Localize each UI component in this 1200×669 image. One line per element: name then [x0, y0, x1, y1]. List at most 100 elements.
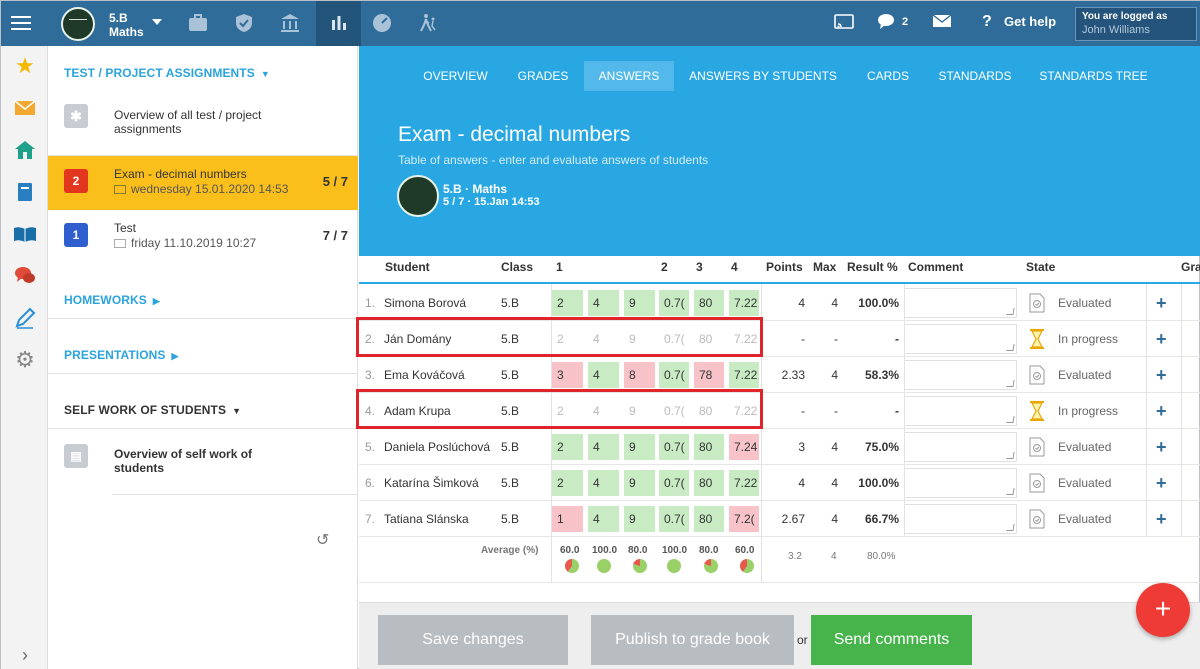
- max-value: 4: [831, 476, 838, 490]
- exam-title: Exam - decimal numbers: [398, 123, 631, 146]
- answer-cell[interactable]: 7.22: [729, 362, 759, 388]
- comment-input[interactable]: [904, 504, 1017, 534]
- comment-input[interactable]: [904, 432, 1017, 462]
- result-value: -: [895, 332, 899, 346]
- publish-button[interactable]: Publish to grade book: [591, 615, 794, 665]
- add-grade-button[interactable]: +: [1156, 357, 1167, 393]
- answer-cell[interactable]: 4: [588, 506, 619, 532]
- tab-grades[interactable]: GRADES: [502, 61, 584, 91]
- answer-cell[interactable]: 2: [552, 434, 583, 460]
- answer-cell[interactable]: 7.22: [729, 290, 759, 316]
- get-help-link[interactable]: Get help: [1004, 14, 1056, 29]
- answer-cell[interactable]: 2: [552, 290, 583, 316]
- answer-cell[interactable]: 4: [588, 362, 619, 388]
- class-avatar[interactable]: [61, 7, 95, 41]
- menu-icon[interactable]: [11, 13, 31, 31]
- tab-standards[interactable]: STANDARDS: [924, 61, 1026, 91]
- header-student: Student: [385, 260, 430, 274]
- answer-cell[interactable]: 3: [552, 362, 583, 388]
- answer-cell[interactable]: 0.7(: [659, 470, 689, 496]
- pen-icon[interactable]: [13, 306, 37, 330]
- presentations-header[interactable]: PRESENTATIONS ▶: [64, 348, 179, 362]
- bar-chart-icon[interactable]: [327, 11, 351, 35]
- answer-cell[interactable]: 9: [624, 290, 655, 316]
- help-icon[interactable]: ?: [982, 13, 992, 31]
- answer-cell[interactable]: 80: [694, 434, 724, 460]
- dashboard-icon[interactable]: [370, 11, 394, 35]
- answer-cell[interactable]: 9: [624, 470, 655, 496]
- answer-cell[interactable]: 7.22: [729, 470, 759, 496]
- add-grade-button[interactable]: +: [1156, 285, 1167, 321]
- assignments-header[interactable]: TEST / PROJECT ASSIGNMENTS ▼: [64, 66, 270, 80]
- comment-input[interactable]: [904, 468, 1017, 498]
- chat-icon[interactable]: [877, 13, 897, 36]
- add-fab-button[interactable]: +: [1136, 583, 1190, 637]
- send-comments-button[interactable]: Send comments: [811, 615, 972, 665]
- assignment-item-test[interactable]: 1 Test friday 11.10.2019 10:27 7 / 7: [48, 210, 358, 264]
- answer-cell[interactable]: 1: [552, 506, 583, 532]
- assignment-item-exam[interactable]: 2 Exam - decimal numbers wednesday 15.01…: [48, 156, 358, 210]
- walking-icon[interactable]: [416, 11, 440, 35]
- answer-cell[interactable]: 9: [624, 506, 655, 532]
- overview-all-item[interactable]: ✱ Overview of all test / project assignm…: [48, 100, 358, 156]
- class-selector[interactable]: 5.B Maths: [109, 11, 144, 39]
- briefcase-icon[interactable]: [186, 11, 210, 35]
- tab-standards-tree[interactable]: STANDARDS TREE: [1026, 61, 1161, 91]
- table-row[interactable]: 1. Simona Borová 5.B 2 4 9 0.7(80 7.22 4 4 100.0% E…: [359, 285, 1200, 321]
- tab-overview[interactable]: OVERVIEW: [409, 61, 502, 91]
- answer-cell[interactable]: 0.7(: [659, 290, 689, 316]
- add-grade-button[interactable]: +: [1156, 501, 1167, 537]
- table-row[interactable]: 5. Daniela Poslúchová 5.B 2 4 9 0.7(80 7.24 3 4 75…: [359, 429, 1200, 465]
- discussion-icon[interactable]: [13, 264, 37, 288]
- comment-input[interactable]: [904, 324, 1017, 354]
- self-work-header[interactable]: SELF WORK OF STUDENTS ▼: [64, 403, 241, 417]
- answer-cell[interactable]: 7.2(: [729, 506, 759, 532]
- answer-cell[interactable]: 4: [588, 290, 619, 316]
- star-icon[interactable]: ★: [13, 53, 37, 78]
- gear-icon[interactable]: ⚙: [13, 347, 37, 372]
- shield-icon[interactable]: [232, 11, 256, 35]
- history-icon[interactable]: ↺: [316, 530, 329, 550]
- answer-cell[interactable]: 7.24: [729, 434, 759, 460]
- table-row[interactable]: 7. Tatiana Slánska 5.B 1 4 9 0.7(80 7.2(2.67 4 66…: [359, 501, 1200, 537]
- chevron-down-icon[interactable]: [152, 19, 162, 25]
- tab-answers-by-students[interactable]: ANSWERS BY STUDENTS: [674, 61, 852, 91]
- homeworks-header[interactable]: HOMEWORKS ▶: [64, 293, 160, 307]
- student-class: 5.B: [501, 368, 520, 382]
- table-row[interactable]: 6. Katarína Šimková 5.B 2 4 9 0.7(80 7.22 4 4 100.…: [359, 465, 1200, 501]
- self-work-label: SELF WORK OF STUDENTS: [64, 403, 227, 417]
- comment-input[interactable]: [904, 396, 1017, 426]
- answer-cell[interactable]: 80: [694, 506, 724, 532]
- chevron-right-icon[interactable]: ›: [13, 643, 37, 667]
- add-grade-button[interactable]: +: [1156, 321, 1167, 357]
- answer-cell[interactable]: 0.7(: [659, 362, 689, 388]
- overview-self-item[interactable]: ▤ Overview of self work of students: [48, 438, 358, 494]
- cast-icon[interactable]: [834, 13, 854, 36]
- answer-cell[interactable]: 8: [624, 362, 655, 388]
- answer-cell[interactable]: 0.7(: [659, 506, 689, 532]
- home-icon[interactable]: [13, 138, 37, 162]
- user-info[interactable]: You are logged as John Williams: [1075, 7, 1197, 41]
- save-changes-button[interactable]: Save changes: [378, 615, 568, 665]
- answer-cell[interactable]: 9: [624, 434, 655, 460]
- mail-icon[interactable]: [13, 96, 37, 120]
- answer-cell[interactable]: 80: [694, 290, 724, 316]
- answer-cell[interactable]: 4: [588, 434, 619, 460]
- table-row[interactable]: 3. Ema Kováčová 5.B 3 4 8 0.7(78 7.22 2.33 4 58.3%…: [359, 357, 1200, 393]
- add-grade-button[interactable]: +: [1156, 393, 1167, 429]
- notebook-icon[interactable]: [13, 180, 37, 204]
- mail-icon[interactable]: [932, 13, 952, 34]
- answer-cell[interactable]: 2: [552, 470, 583, 496]
- comment-input[interactable]: [904, 288, 1017, 318]
- school-icon[interactable]: [278, 11, 302, 35]
- comment-input[interactable]: [904, 360, 1017, 390]
- answer-cell[interactable]: 80: [694, 470, 724, 496]
- answer-cell[interactable]: 4: [588, 470, 619, 496]
- tab-answers[interactable]: ANSWERS: [584, 61, 674, 91]
- answer-cell[interactable]: 0.7(: [659, 434, 689, 460]
- answer-cell[interactable]: 78: [694, 362, 724, 388]
- tab-cards[interactable]: CARDS: [852, 61, 924, 91]
- add-grade-button[interactable]: +: [1156, 465, 1167, 501]
- add-grade-button[interactable]: +: [1156, 429, 1167, 465]
- book-icon[interactable]: [13, 222, 37, 246]
